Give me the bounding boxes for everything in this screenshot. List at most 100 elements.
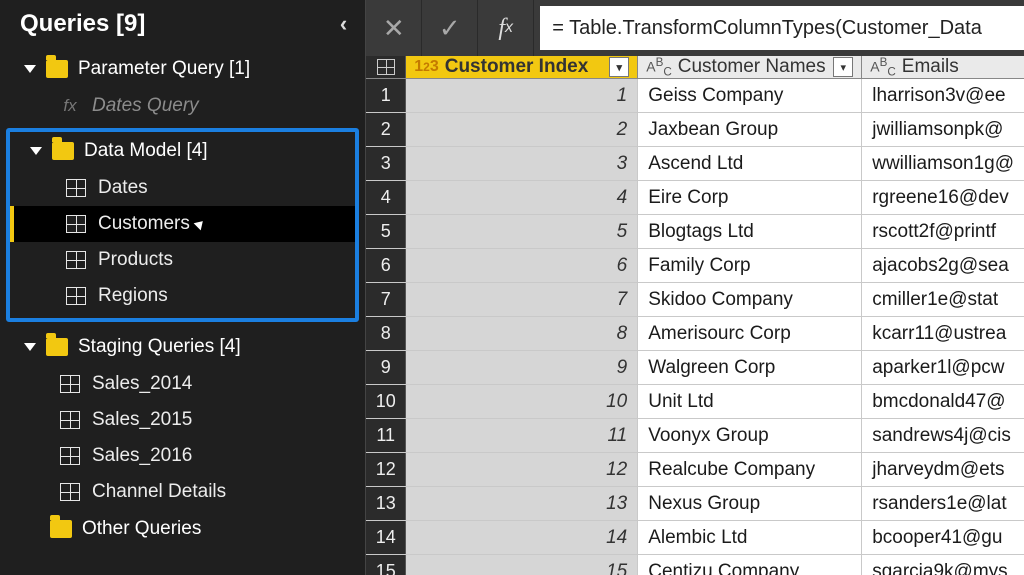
cell-customer-index[interactable]: 5 [406, 215, 638, 248]
table-row[interactable]: 77Skidoo Companycmiller1e@stat [366, 283, 1024, 317]
cell-email[interactable]: sgarcia9k@mys [862, 555, 1024, 575]
select-all-corner[interactable] [366, 56, 406, 78]
table-icon [66, 179, 86, 197]
cancel-button[interactable]: ✕ [366, 0, 422, 56]
cell-customer-name[interactable]: Jaxbean Group [638, 113, 862, 146]
query-item-channel-details[interactable]: Channel Details [4, 474, 365, 510]
query-item-sales-2015[interactable]: Sales_2015 [4, 402, 365, 438]
cell-customer-index[interactable]: 1 [406, 79, 638, 112]
group-data-model[interactable]: Data Model [4] [10, 132, 355, 170]
cell-customer-name[interactable]: Alembic Ltd [638, 521, 862, 554]
table-row[interactable]: 1010Unit Ltdbmcdonald47@ [366, 385, 1024, 419]
table-icon [60, 447, 80, 465]
cell-customer-name[interactable]: Realcube Company [638, 453, 862, 486]
cell-customer-index[interactable]: 7 [406, 283, 638, 316]
cell-customer-name[interactable]: Voonyx Group [638, 419, 862, 452]
cell-customer-name[interactable]: Nexus Group [638, 487, 862, 520]
cell-customer-index[interactable]: 3 [406, 147, 638, 180]
cell-customer-name[interactable]: Unit Ltd [638, 385, 862, 418]
cell-customer-index[interactable]: 12 [406, 453, 638, 486]
cell-email[interactable]: kcarr11@ustrea [862, 317, 1024, 350]
cell-email[interactable]: cmiller1e@stat [862, 283, 1024, 316]
table-row[interactable]: 99Walgreen Corpaparker1l@pcw [366, 351, 1024, 385]
query-item-products[interactable]: Products [10, 242, 355, 278]
cell-customer-index[interactable]: 13 [406, 487, 638, 520]
cell-customer-name[interactable]: Ascend Ltd [638, 147, 862, 180]
cell-customer-index[interactable]: 10 [406, 385, 638, 418]
query-item-dates-query[interactable]: fx Dates Query [4, 88, 365, 124]
cell-customer-name[interactable]: Geiss Company [638, 79, 862, 112]
cell-customer-index[interactable]: 15 [406, 555, 638, 575]
cell-customer-index[interactable]: 4 [406, 181, 638, 214]
group-parameter-query[interactable]: Parameter Query [1] [4, 50, 365, 88]
cell-customer-name[interactable]: Skidoo Company [638, 283, 862, 316]
cell-customer-index[interactable]: 14 [406, 521, 638, 554]
cell-email[interactable]: rscott2f@printf [862, 215, 1024, 248]
cell-email[interactable]: jwilliamsonpk@ [862, 113, 1024, 146]
group-label: Other Queries [82, 518, 201, 540]
table-row[interactable]: 1111Voonyx Groupsandrews4j@cis [366, 419, 1024, 453]
cell-email[interactable]: rgreene16@dev [862, 181, 1024, 214]
cell-email[interactable]: sandrews4j@cis [862, 419, 1024, 452]
query-label: Sales_2015 [92, 409, 192, 431]
cell-customer-name[interactable]: Eire Corp [638, 181, 862, 214]
column-title: Customer Names [678, 56, 826, 78]
commit-button[interactable]: ✓ [422, 0, 478, 56]
caret-down-icon [24, 343, 36, 351]
cell-email[interactable]: lharrison3v@ee [862, 79, 1024, 112]
cell-email[interactable]: bmcdonald47@ [862, 385, 1024, 418]
cell-customer-name[interactable]: Amerisourc Corp [638, 317, 862, 350]
caret-down-icon [30, 147, 42, 155]
folder-icon [52, 142, 74, 160]
formula-input[interactable] [540, 6, 1024, 50]
cell-customer-index[interactable]: 2 [406, 113, 638, 146]
cell-customer-name[interactable]: Walgreen Corp [638, 351, 862, 384]
query-item-regions[interactable]: Regions [10, 278, 355, 314]
row-number: 12 [366, 453, 406, 486]
data-grid: 123 Customer Index ▾ ABC Customer Names … [366, 56, 1024, 575]
highlight-data-model: Data Model [4] Dates Customers Products [6, 128, 359, 322]
table-row[interactable]: 88Amerisourc Corpkcarr11@ustrea [366, 317, 1024, 351]
collapse-panel-icon[interactable]: ‹ [340, 11, 347, 37]
query-item-dates[interactable]: Dates [10, 170, 355, 206]
folder-icon [46, 338, 68, 356]
column-header-customer-names[interactable]: ABC Customer Names ▾ [638, 56, 862, 78]
cell-email[interactable]: bcooper41@gu [862, 521, 1024, 554]
cell-customer-index[interactable]: 11 [406, 419, 638, 452]
cell-email[interactable]: aparker1l@pcw [862, 351, 1024, 384]
editor-main: ✕ ✓ fx 123 Customer Index ▾ ABC Customer… [366, 0, 1024, 575]
fx-icon[interactable]: fx [478, 0, 534, 56]
group-staging-queries[interactable]: Staging Queries [4] [4, 328, 365, 366]
type-number-icon: 123 [414, 58, 439, 76]
column-header-emails[interactable]: ABC Emails [862, 56, 1024, 78]
table-row[interactable]: 66Family Corpajacobs2g@sea [366, 249, 1024, 283]
cell-email[interactable]: ajacobs2g@sea [862, 249, 1024, 282]
cell-email[interactable]: jharveydm@ets [862, 453, 1024, 486]
column-filter-dropdown[interactable]: ▾ [609, 57, 629, 77]
column-filter-dropdown[interactable]: ▾ [833, 57, 853, 77]
table-row[interactable]: 1515Centizu Companysgarcia9k@mys [366, 555, 1024, 575]
table-row[interactable]: 33Ascend Ltdwwilliamson1g@ [366, 147, 1024, 181]
query-item-sales-2016[interactable]: Sales_2016 [4, 438, 365, 474]
query-item-sales-2014[interactable]: Sales_2014 [4, 366, 365, 402]
table-row[interactable]: 1212Realcube Companyjharveydm@ets [366, 453, 1024, 487]
table-row[interactable]: 11Geiss Companylharrison3v@ee [366, 79, 1024, 113]
cell-customer-index[interactable]: 8 [406, 317, 638, 350]
group-other-queries[interactable]: Other Queries [4, 510, 365, 548]
column-title: Emails [902, 56, 959, 78]
table-row[interactable]: 44Eire Corprgreene16@dev [366, 181, 1024, 215]
cell-customer-name[interactable]: Centizu Company [638, 555, 862, 575]
cell-customer-name[interactable]: Family Corp [638, 249, 862, 282]
table-row[interactable]: 1414Alembic Ltdbcooper41@gu [366, 521, 1024, 555]
cell-customer-name[interactable]: Blogtags Ltd [638, 215, 862, 248]
column-header-customer-index[interactable]: 123 Customer Index ▾ [406, 56, 638, 78]
cell-email[interactable]: wwilliamson1g@ [862, 147, 1024, 180]
cell-email[interactable]: rsanders1e@lat [862, 487, 1024, 520]
query-item-customers[interactable]: Customers [10, 206, 355, 242]
table-row[interactable]: 1313Nexus Grouprsanders1e@lat [366, 487, 1024, 521]
table-row[interactable]: 55Blogtags Ltdrscott2f@printf [366, 215, 1024, 249]
cell-customer-index[interactable]: 6 [406, 249, 638, 282]
fx-icon: fx [60, 96, 80, 116]
cell-customer-index[interactable]: 9 [406, 351, 638, 384]
table-row[interactable]: 22Jaxbean Groupjwilliamsonpk@ [366, 113, 1024, 147]
